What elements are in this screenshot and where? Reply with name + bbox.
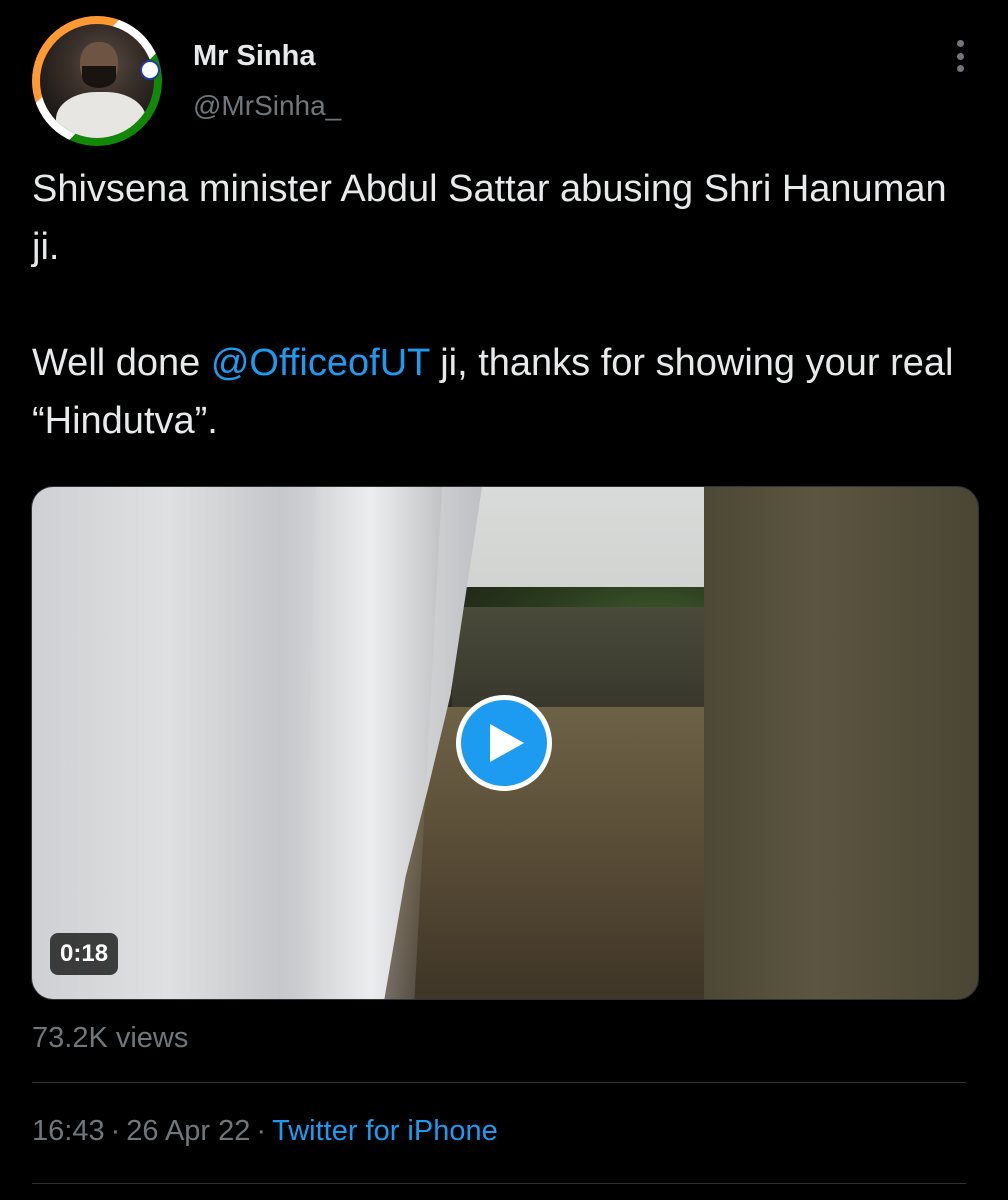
tweet-time[interactable]: 16:43	[32, 1115, 105, 1147]
video-player[interactable]: 0:18	[31, 486, 979, 1000]
divider	[32, 1183, 966, 1184]
avatar[interactable]	[32, 16, 162, 146]
meta-separator: ·	[110, 1115, 121, 1147]
tweet-date[interactable]: 26 Apr 22	[126, 1115, 250, 1147]
flag-badge-icon	[140, 60, 160, 80]
tweet-line-1: Shivsena minister Abdul Sattar abusing S…	[32, 168, 947, 268]
video-duration-badge: 0:18	[50, 933, 119, 975]
divider	[32, 1082, 966, 1083]
author-name[interactable]: Mr Sinha	[193, 40, 315, 73]
tweet-text: Shivsena minister Abdul Sattar abusing S…	[32, 160, 972, 450]
tweet-header: Mr Sinha @MrSinha_	[0, 0, 1008, 150]
view-count: 73.2K views	[32, 1022, 189, 1054]
mention-link[interactable]: @OfficeofUT	[211, 342, 430, 384]
play-icon[interactable]	[456, 695, 552, 791]
avatar-photo	[40, 24, 154, 138]
tweet-line-2-prefix: Well done	[32, 342, 211, 384]
meta-separator: ·	[256, 1115, 267, 1147]
tweet-source-link[interactable]: Twitter for iPhone	[272, 1115, 498, 1147]
tweet-meta: 16:43 · 26 Apr 22 · Twitter for iPhone	[32, 1115, 498, 1148]
more-options-icon[interactable]	[940, 34, 980, 78]
author-handle[interactable]: @MrSinha_	[193, 90, 341, 122]
tweet-line-2: Well done @OfficeofUT ji, thanks for sho…	[32, 334, 972, 450]
